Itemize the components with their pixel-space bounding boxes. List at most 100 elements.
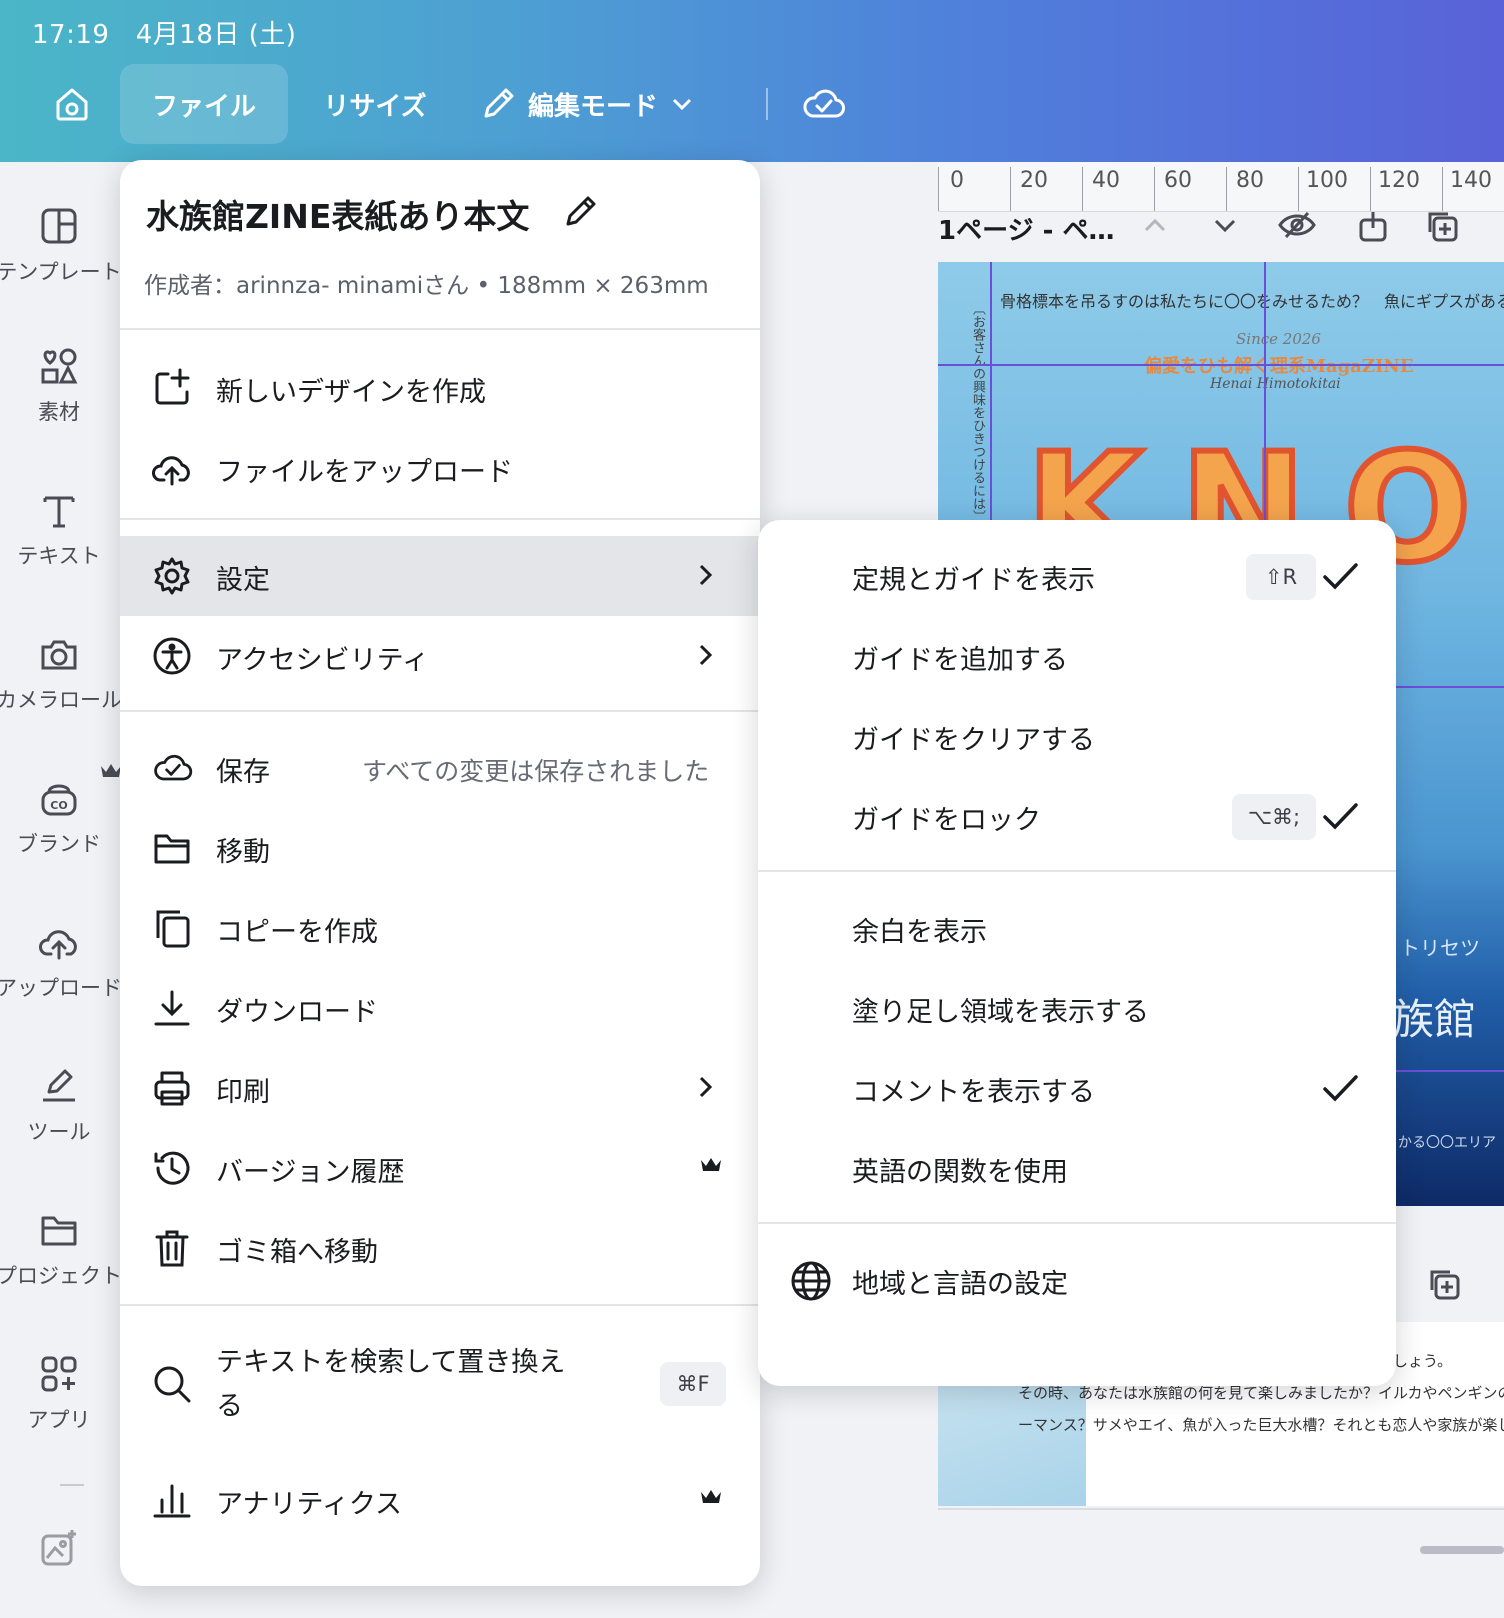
keyboard-shortcut: ⌘F: [660, 1362, 726, 1406]
sidebar-item-magic-media[interactable]: [0, 1528, 118, 1568]
tools-icon: [43, 1069, 75, 1102]
save-status-text: すべての変更は保存されました: [362, 757, 710, 786]
submenu-item-label: コメントを表示する: [852, 1077, 1095, 1108]
globe-icon: [791, 1261, 831, 1301]
menu-item-trash[interactable]: ゴミ箱へ移動: [120, 1208, 760, 1288]
ruler-tick-label: 40: [1092, 168, 1120, 193]
submenu-item-english-functions[interactable]: 英語の関数を使用: [758, 1128, 1396, 1208]
crown-icon: [701, 1490, 721, 1503]
history-icon: [154, 1151, 190, 1185]
ruler-tick-label: 80: [1236, 168, 1264, 193]
submenu-item-add-guide[interactable]: ガイドを追加する: [758, 616, 1396, 696]
folder-icon: [41, 1216, 77, 1246]
sidebar-item-brand[interactable]: CO ブランド: [0, 778, 118, 858]
ruler-tick-label: 120: [1378, 168, 1420, 193]
sidebar-item-projects[interactable]: プロジェクト: [0, 1210, 122, 1290]
ruler-tick-label: 100: [1306, 168, 1348, 193]
menu-item-label: コピーを作成: [216, 917, 378, 948]
cover-footnote: かる〇〇エリア: [1398, 1135, 1496, 1151]
menu-item-label: バージョン履歴: [216, 1157, 405, 1188]
sidebar-item-text[interactable]: テキスト: [0, 490, 118, 570]
chevron-down-icon[interactable]: [1210, 210, 1240, 240]
lock-page-icon[interactable]: [1358, 210, 1388, 242]
submenu-item-label: 英語の関数を使用: [852, 1157, 1068, 1188]
sidebar-item-uploads[interactable]: アップロード: [0, 922, 122, 1002]
resize-button[interactable]: リサイズ: [300, 64, 450, 144]
new-design-icon: [155, 368, 190, 405]
menu-item-accessibility[interactable]: アクセシビリティ: [120, 616, 760, 696]
menu-item-download[interactable]: ダウンロード: [120, 968, 760, 1048]
submenu-item-show-rulers-guides[interactable]: 定規とガイドを表示 ⇧R: [758, 536, 1396, 616]
cover-since: Since 2026: [1236, 330, 1321, 348]
page-title[interactable]: 1ページ - ペ…: [938, 210, 1114, 247]
magic-image-icon: [41, 1530, 76, 1566]
status-date: 4月18日 (土): [135, 20, 297, 50]
apps-icon: [41, 1356, 77, 1392]
menu-item-upload[interactable]: ファイルをアップロード: [120, 428, 760, 508]
menu-item-label: テキストを検索して置き換え: [216, 1347, 566, 1378]
toolbar-divider: [766, 88, 768, 120]
submenu-item-label: 地域と言語の設定: [852, 1269, 1068, 1300]
menu-divider: [120, 328, 760, 330]
menu-item-make-copy[interactable]: コピーを作成: [120, 888, 760, 968]
sidebar-item-tools[interactable]: ツール: [0, 1066, 118, 1146]
submenu-item-show-comments[interactable]: コメントを表示する: [758, 1048, 1396, 1128]
submenu-item-label: 余白を表示: [852, 917, 987, 948]
pencil-icon[interactable]: [560, 192, 600, 232]
status-time: 17:19: [32, 20, 110, 50]
sidebar-label: アプリ: [27, 1408, 91, 1432]
chevron-up-icon[interactable]: [1140, 210, 1170, 240]
sidebar-label: 素材: [38, 400, 80, 424]
submenu-item-region-language[interactable]: 地域と言語の設定: [758, 1240, 1396, 1320]
menu-item-label: アクセシビリティ: [216, 645, 430, 676]
menu-item-new-design[interactable]: 新しいデザインを作成: [120, 348, 760, 428]
chevron-right-icon: [699, 564, 713, 586]
submenu-item-show-bleed[interactable]: 塗り足し領域を表示する: [758, 968, 1396, 1048]
accessibility-icon: [153, 637, 191, 675]
menu-item-label-continued: る: [216, 1391, 243, 1422]
design-title[interactable]: 水族館ZINE表紙あり本文: [146, 190, 529, 238]
gear-icon: [154, 557, 190, 595]
settings-submenu: 定規とガイドを表示 ⇧R ガイドを追加する ガイドをクリアする ガイドをロック …: [758, 520, 1396, 1386]
submenu-item-clear-guides[interactable]: ガイドをクリアする: [758, 696, 1396, 776]
copy-icon: [156, 910, 190, 948]
cloud-check-icon: [154, 754, 193, 781]
search-icon: [154, 1366, 191, 1403]
sidebar-label: テンプレート: [0, 260, 122, 284]
menu-item-label: 設定: [216, 565, 270, 596]
upload-icon: [39, 930, 77, 960]
menu-item-move[interactable]: 移動: [120, 808, 760, 888]
menu-item-save[interactable]: 保存 すべての変更は保存されました: [120, 728, 760, 808]
submenu-item-label: ガイドを追加する: [852, 645, 1068, 676]
menu-item-find-replace[interactable]: テキストを検索して置き換え る ⌘F: [120, 1324, 760, 1444]
hide-page-icon[interactable]: [1278, 210, 1316, 240]
scrollbar-handle[interactable]: [1420, 1546, 1504, 1554]
menu-item-label: アナリティクス: [216, 1489, 403, 1520]
left-sidebar: テンプレート 素材 テキスト カメラロール CO ブランド アップロード ツール…: [0, 162, 122, 1618]
submenu-item-lock-guides[interactable]: ガイドをロック ⌥⌘;: [758, 776, 1396, 856]
sidebar-label: アップロード: [0, 976, 122, 1000]
menu-divider: [758, 1222, 1396, 1224]
menu-item-settings[interactable]: 設定: [120, 536, 760, 616]
resize-label: リサイズ: [323, 91, 427, 122]
design-meta: 作成者：arinnza- minamiさん • 188mm × 263mm: [144, 273, 709, 299]
edit-mode-button[interactable]: 編集モード: [478, 64, 748, 144]
ruler-tick-label: 140: [1450, 168, 1492, 193]
sidebar-item-elements[interactable]: 素材: [0, 346, 118, 426]
menu-item-version-history[interactable]: バージョン履歴: [120, 1128, 760, 1208]
save-status-button[interactable]: [790, 64, 858, 144]
file-menu-button[interactable]: ファイル: [120, 64, 288, 144]
menu-item-print[interactable]: 印刷: [120, 1048, 760, 1128]
duplicate-page-icon[interactable]: [1426, 210, 1458, 242]
submenu-item-show-margins[interactable]: 余白を表示: [758, 888, 1396, 968]
sidebar-item-apps[interactable]: アプリ: [0, 1354, 118, 1434]
sidebar-item-templates[interactable]: テンプレート: [0, 206, 122, 286]
printer-icon: [154, 1071, 190, 1106]
menu-item-analytics[interactable]: アナリティクス: [120, 1460, 760, 1540]
home-icon: [56, 88, 88, 121]
submenu-item-label: 定規とガイドを表示: [852, 565, 1095, 596]
duplicate-page-icon[interactable]: [1428, 1268, 1460, 1300]
home-button[interactable]: [40, 64, 104, 144]
edit-mode-label: 編集モード: [528, 91, 659, 122]
sidebar-item-camera-roll[interactable]: カメラロール: [0, 634, 122, 714]
